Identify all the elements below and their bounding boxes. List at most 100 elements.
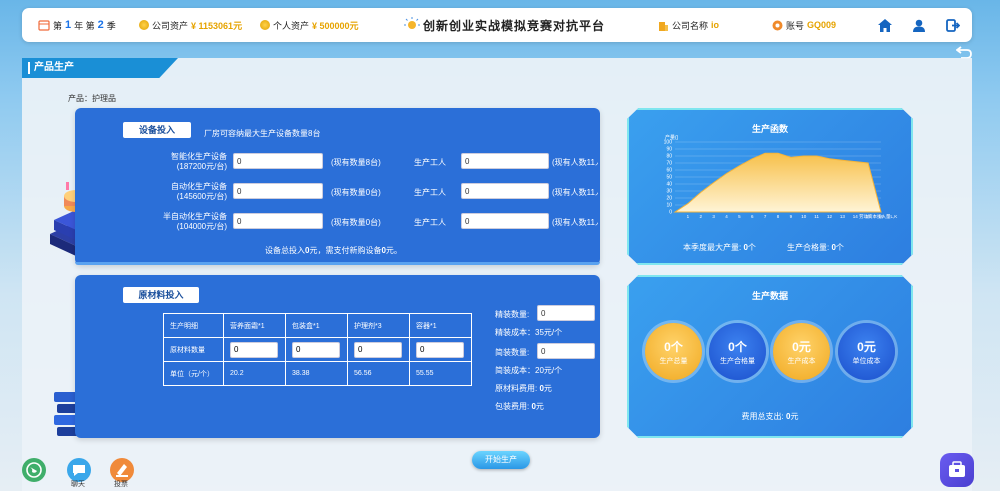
- company-assets-value: ¥ 1153061元: [191, 20, 243, 31]
- top-bar: 第 1 年 第 2 季 公司资产 ¥ 1153061元 个人资产 ¥ 50000…: [22, 8, 972, 42]
- worker-input-auto[interactable]: [461, 183, 549, 199]
- table-header: 护理剂*3: [347, 313, 410, 338]
- calendar-icon: [38, 20, 50, 31]
- unit-cost-circle: 0元 单位成本: [838, 323, 895, 380]
- smart-equipment-input[interactable]: [233, 153, 323, 169]
- worker-label: 生产工人: [414, 158, 446, 167]
- account-icon: [772, 20, 783, 30]
- start-production-button[interactable]: 开始生产: [472, 451, 530, 469]
- table-cell: [223, 337, 286, 362]
- company-name-label: 公司名称: [672, 20, 709, 31]
- production-function-panel: 生产函数 产量() 劳动资本投入量L,K 0 10 20 30 40 50 60 70 80 90…: [627, 108, 913, 265]
- company-assets-label: 公司资产: [152, 20, 189, 31]
- worker-input-smart[interactable]: [461, 153, 549, 169]
- company-assets: 公司资产 ¥ 1153061元: [139, 8, 242, 42]
- year-value: 1: [65, 19, 72, 31]
- production-cost-circle: 0元 生产成本: [773, 323, 830, 380]
- material-qty-input[interactable]: [416, 341, 464, 358]
- fine-qty-label: 精装数量:: [495, 310, 530, 319]
- home-icon[interactable]: [878, 19, 892, 32]
- material-qty-input[interactable]: [230, 341, 278, 358]
- account: 账号 GQ009: [772, 8, 836, 42]
- max-output: 本季度最大产量: 0个: [683, 243, 756, 252]
- x-tick-label: 8: [777, 214, 780, 219]
- auto-existing: (现有数量0台): [331, 188, 381, 197]
- production-data-title: 生产数据: [751, 291, 788, 301]
- table-row: 单位（元/个） 20.2 38.38 56.56 55.55: [163, 361, 472, 386]
- table-cell: [347, 337, 410, 362]
- equipment-panel: 设备投入 厂房可容纳最大生产设备数量8台 智能化生产设备 (187200元/台) …: [75, 108, 600, 265]
- y-tick-label: 90: [666, 147, 672, 153]
- y-tick-label: 10: [666, 203, 672, 209]
- x-tick-label: 7: [764, 214, 767, 219]
- x-tick-label: 4: [725, 214, 728, 219]
- worker-existing: (现有人数11人): [552, 218, 598, 227]
- table-cell: 单位（元/个）: [163, 361, 224, 386]
- table-cell: 38.38: [285, 361, 348, 386]
- x-tick-label: 5: [738, 214, 741, 219]
- production-chart: 产量() 劳动资本投入量L,K 01020304050607080901001 2…: [664, 134, 898, 220]
- x-tick-label: 15: [866, 214, 872, 219]
- equipment-button[interactable]: 设备投入: [123, 122, 191, 138]
- worker-input-semi[interactable]: [461, 213, 549, 229]
- back-icon[interactable]: [956, 45, 972, 59]
- equipment-summary: 设备总投入0元，需支付新购设备0元。: [265, 246, 402, 255]
- x-tick-label: 11: [814, 214, 819, 219]
- equip-label-auto: 自动化生产设备 (145600元/台): [171, 182, 227, 201]
- materials-panel: 原材料投入 生产明细 营养面霜*1 包装盒*1 护理剂*3 容器*1 原材料数量…: [75, 275, 600, 438]
- material-fee: 原材料费用: 0元: [495, 384, 552, 393]
- equip-label-semi: 半自动化生产设备 (104000元/台): [163, 212, 227, 231]
- season-value: 2: [97, 19, 104, 31]
- x-tick-label: 16: [878, 214, 884, 219]
- material-qty-input[interactable]: [354, 341, 402, 358]
- y-tick-label: 100: [664, 140, 673, 146]
- total-expense: 费用总支出: 0元: [741, 412, 799, 421]
- auto-equipment-input[interactable]: [233, 183, 323, 199]
- semi-existing: (现有数量0台): [331, 218, 381, 227]
- smart-existing: (现有数量8台): [331, 158, 381, 167]
- table-row: 原材料数量: [163, 337, 472, 362]
- company-name-value: io: [711, 20, 720, 30]
- y-tick-label: 0: [669, 210, 672, 216]
- y-tick-label: 80: [666, 154, 672, 160]
- fine-qty-input[interactable]: [537, 305, 595, 321]
- logout-icon[interactable]: [946, 19, 960, 32]
- section-title: 产品生产: [22, 58, 178, 78]
- toolbox-button[interactable]: [940, 453, 974, 487]
- product-label: 产品：护理品: [68, 94, 116, 103]
- worker-existing: (现有人数11人): [552, 188, 598, 197]
- simple-cost: 简装成本：20元/个: [495, 366, 563, 375]
- x-tick-label: 12: [827, 214, 833, 219]
- material-qty-input[interactable]: [292, 341, 340, 358]
- materials-button[interactable]: 原材料投入: [123, 287, 199, 303]
- table-cell: 56.56: [347, 361, 410, 386]
- table-header: 包装盒*1: [285, 313, 348, 338]
- semi-equipment-input[interactable]: [233, 213, 323, 229]
- x-tick-label: 1: [687, 214, 690, 219]
- equipment-note: 厂房可容纳最大生产设备数量8台: [204, 129, 321, 138]
- y-tick-label: 40: [666, 182, 672, 188]
- simple-qty-label: 简装数量:: [495, 348, 530, 357]
- worker-existing: (现有人数11人): [552, 158, 598, 167]
- equip-label-smart: 智能化生产设备 (187200元/台): [171, 152, 227, 171]
- table-cell: 20.2: [223, 361, 286, 386]
- worker-label: 生产工人: [414, 218, 446, 227]
- coin-icon: [139, 20, 149, 30]
- total-output-circle: 0个 生产总量: [645, 323, 702, 380]
- panel-bottom-line: [75, 262, 600, 265]
- y-tick-label: 60: [666, 168, 672, 174]
- y-tick-label: 30: [666, 189, 672, 195]
- bulb-icon: [404, 17, 420, 29]
- qualified-output: 生产合格量: 0个: [787, 243, 844, 252]
- user-icon[interactable]: [912, 19, 926, 32]
- personal-assets-value: ¥ 500000元: [312, 20, 359, 31]
- platform-title-text: 创新创业实战模拟竞赛对抗平台: [423, 18, 606, 33]
- simple-qty-input[interactable]: [537, 343, 595, 359]
- x-tick-label: 13: [840, 214, 846, 219]
- x-tick-label: 9: [790, 214, 793, 219]
- season-unit: 季: [106, 20, 116, 31]
- materials-table: 生产明细 营养面霜*1 包装盒*1 护理剂*3 容器*1 原材料数量 单位（元/…: [163, 313, 472, 386]
- globe-button[interactable]: [22, 458, 46, 482]
- vote-label: 投票: [114, 481, 128, 488]
- table-cell: [409, 337, 472, 362]
